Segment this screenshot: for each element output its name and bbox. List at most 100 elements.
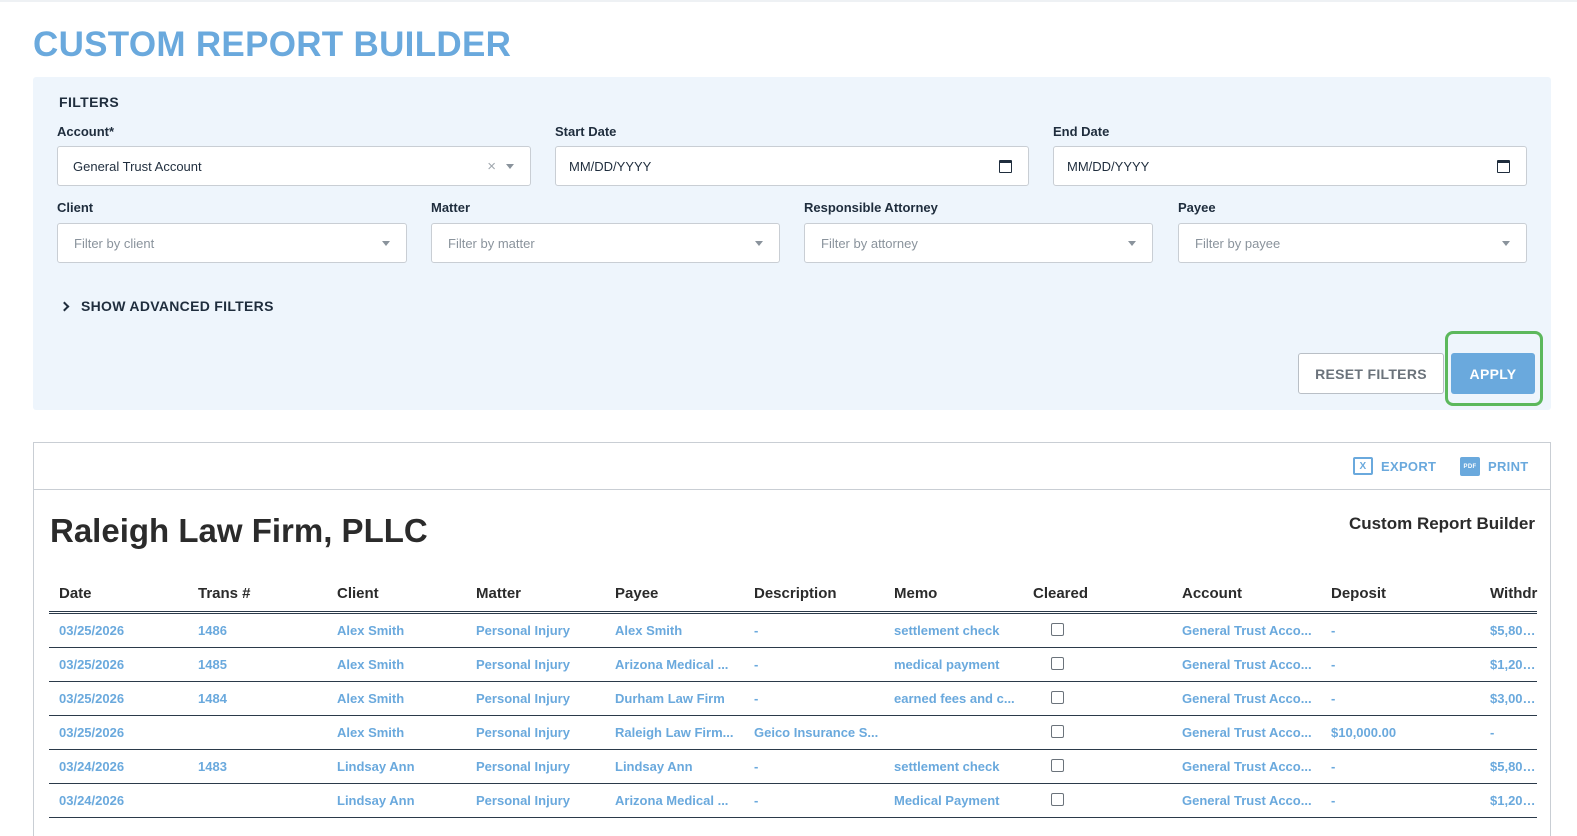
cell-deposit: - — [1331, 793, 1336, 808]
cell-payee[interactable]: Arizona Medical ... — [615, 793, 728, 808]
cell-matter[interactable]: Personal Injury — [476, 623, 570, 638]
cell-description: - — [754, 759, 759, 774]
start-date-input[interactable]: MM/DD/YYYY — [555, 146, 1029, 186]
cell-payee[interactable]: Alex Smith — [615, 623, 682, 638]
cell-client[interactable]: Alex Smith — [337, 691, 404, 706]
column-header-client[interactable]: Client — [337, 585, 379, 602]
cleared-checkbox[interactable] — [1051, 793, 1064, 806]
cell-deposit: - — [1331, 657, 1336, 672]
apply-button[interactable]: APPLY — [1451, 353, 1535, 394]
cell-withdrawal[interactable]: $5,800.00 — [1490, 759, 1537, 774]
cell-trans-num[interactable]: 1484 — [198, 691, 227, 706]
table-row[interactable]: 03/25/2026 1484 Alex Smith Personal Injury D… — [49, 682, 1537, 716]
column-header-matter[interactable]: Matter — [476, 585, 521, 602]
cell-memo[interactable]: medical payment — [894, 657, 1000, 672]
cell-matter[interactable]: Personal Injury — [476, 691, 570, 706]
advanced-filters-toggle[interactable]: SHOW ADVANCED FILTERS — [59, 298, 274, 314]
cell-memo[interactable]: settlement check — [894, 759, 1000, 774]
table-row[interactable]: 03/25/2026 1486 Alex Smith Personal Injury A… — [49, 614, 1537, 648]
table-row[interactable]: 03/25/2026 Alex Smith Personal Injury Ralei… — [49, 716, 1537, 750]
cell-withdrawal[interactable]: $1,200.00 — [1490, 793, 1537, 808]
cell-date[interactable]: 03/24/2026 — [59, 793, 124, 808]
cell-payee[interactable]: Raleigh Law Firm... — [615, 725, 733, 740]
chevron-down-icon[interactable] — [1502, 240, 1510, 246]
cell-client[interactable]: Lindsay Ann — [337, 793, 415, 808]
chevron-down-icon[interactable] — [1128, 240, 1136, 246]
cell-client[interactable]: Alex Smith — [337, 725, 404, 740]
clear-icon[interactable]: × — [487, 158, 496, 175]
cleared-checkbox[interactable] — [1051, 623, 1064, 636]
filters-panel: FILTERS Account* General Trust Account ×… — [33, 77, 1551, 410]
chevron-down-icon[interactable] — [755, 240, 763, 246]
cell-account[interactable]: General Trust Acco... — [1182, 759, 1312, 774]
cleared-checkbox[interactable] — [1051, 657, 1064, 670]
table-body: 03/25/2026 1486 Alex Smith Personal Injury A… — [49, 614, 1537, 818]
account-select[interactable]: General Trust Account × — [57, 146, 531, 186]
cell-matter[interactable]: Personal Injury — [476, 657, 570, 672]
column-header-payee[interactable]: Payee — [615, 585, 658, 602]
cell-account[interactable]: General Trust Acco... — [1182, 691, 1312, 706]
cell-payee[interactable]: Arizona Medical ... — [615, 657, 728, 672]
end-date-input[interactable]: MM/DD/YYYY — [1053, 146, 1527, 186]
column-header-description[interactable]: Description — [754, 585, 837, 602]
column-header-deposit[interactable]: Deposit — [1331, 585, 1386, 602]
print-label: PRINT — [1488, 459, 1529, 474]
payee-placeholder: Filter by payee — [1195, 235, 1281, 251]
cell-withdrawal[interactable]: $3,000.00 — [1490, 691, 1537, 706]
cell-memo[interactable]: settlement check — [894, 623, 1000, 638]
cell-matter[interactable]: Personal Injury — [476, 759, 570, 774]
cell-account[interactable]: General Trust Acco... — [1182, 657, 1312, 672]
cell-date[interactable]: 03/25/2026 — [59, 623, 124, 638]
column-header-memo[interactable]: Memo — [894, 585, 937, 602]
cell-trans-num[interactable]: 1483 — [198, 759, 227, 774]
cleared-checkbox[interactable] — [1051, 759, 1064, 772]
table-row[interactable]: 03/24/2026 Lindsay Ann Personal Injury Ariz… — [49, 784, 1537, 818]
cell-client[interactable]: Alex Smith — [337, 623, 404, 638]
cell-date[interactable]: 03/25/2026 — [59, 691, 124, 706]
cell-memo[interactable]: Medical Payment — [894, 793, 1000, 808]
chevron-down-icon[interactable] — [382, 240, 390, 246]
firm-name: Raleigh Law Firm, PLLC — [50, 512, 428, 549]
cleared-checkbox[interactable] — [1051, 725, 1064, 738]
attorney-select[interactable]: Filter by attorney — [804, 223, 1153, 263]
column-header-cleared[interactable]: Cleared — [1033, 585, 1088, 602]
table-row[interactable]: 03/25/2026 1485 Alex Smith Personal Injury A… — [49, 648, 1537, 682]
chevron-down-icon[interactable] — [506, 163, 514, 169]
cell-matter[interactable]: Personal Injury — [476, 793, 570, 808]
report-card: X EXPORT PDF PRINT Raleigh Law Firm, PLL… — [33, 442, 1551, 836]
attorney-placeholder: Filter by attorney — [821, 235, 918, 251]
column-header-account[interactable]: Account — [1182, 585, 1242, 602]
cell-date[interactable]: 03/25/2026 — [59, 657, 124, 672]
cell-account[interactable]: General Trust Acco... — [1182, 623, 1312, 638]
reset-filters-button[interactable]: RESET FILTERS — [1298, 353, 1444, 394]
client-select[interactable]: Filter by client — [57, 223, 407, 263]
client-label: Client — [57, 200, 94, 215]
table-row[interactable]: 03/24/2026 1483 Lindsay Ann Personal Injury… — [49, 750, 1537, 784]
column-header-trans-num[interactable]: Trans # — [198, 585, 251, 602]
payee-select[interactable]: Filter by payee — [1178, 223, 1527, 263]
cell-payee[interactable]: Lindsay Ann — [615, 759, 693, 774]
cell-deposit[interactable]: $10,000.00 — [1331, 725, 1396, 740]
cell-account[interactable]: General Trust Acco... — [1182, 793, 1312, 808]
cell-account[interactable]: General Trust Acco... — [1182, 725, 1312, 740]
cell-withdrawal[interactable]: $1,200.00 — [1490, 657, 1537, 672]
cell-client[interactable]: Lindsay Ann — [337, 759, 415, 774]
column-header-withdrawal[interactable]: Withdr — [1490, 585, 1537, 602]
matter-select[interactable]: Filter by matter — [431, 223, 780, 263]
cell-description[interactable]: Geico Insurance S... — [754, 725, 878, 740]
cell-date[interactable]: 03/24/2026 — [59, 759, 124, 774]
cleared-checkbox[interactable] — [1051, 691, 1064, 704]
print-button[interactable]: PDF PRINT — [1460, 457, 1529, 476]
export-button[interactable]: X EXPORT — [1353, 457, 1436, 475]
calendar-icon[interactable] — [999, 159, 1012, 173]
cell-client[interactable]: Alex Smith — [337, 657, 404, 672]
cell-withdrawal[interactable]: $5,800.00 — [1490, 623, 1537, 638]
cell-trans-num[interactable]: 1486 — [198, 623, 227, 638]
column-header-date[interactable]: Date — [59, 585, 92, 602]
calendar-icon[interactable] — [1497, 159, 1510, 173]
cell-date[interactable]: 03/25/2026 — [59, 725, 124, 740]
cell-matter[interactable]: Personal Injury — [476, 725, 570, 740]
cell-memo[interactable]: earned fees and c... — [894, 691, 1015, 706]
cell-trans-num[interactable]: 1485 — [198, 657, 227, 672]
cell-payee[interactable]: Durham Law Firm — [615, 691, 725, 706]
